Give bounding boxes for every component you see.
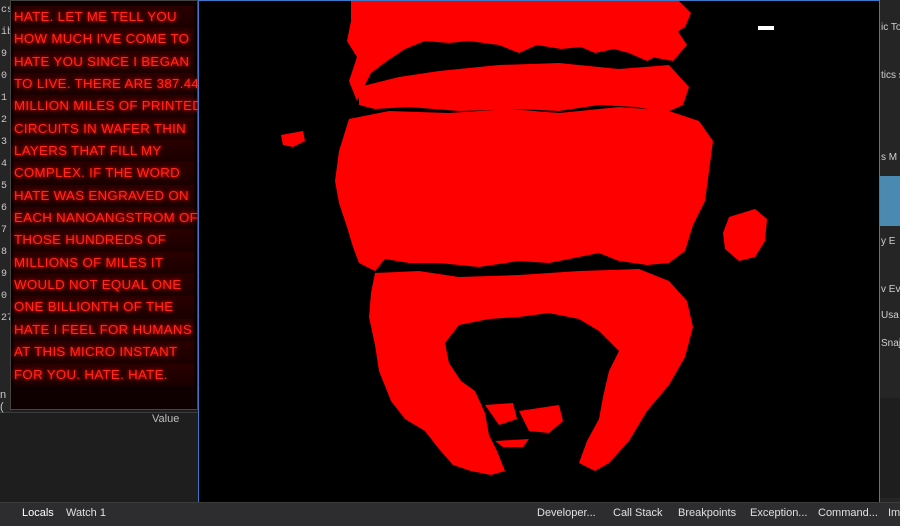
right-blob xyxy=(723,209,767,261)
mouth-bit-1 xyxy=(519,405,563,433)
hate-text-line: ONE BILLIONTH OF THE xyxy=(14,296,194,319)
hate-text-line: HATE YOU SINCE I BEGAN xyxy=(14,50,194,74)
face xyxy=(335,107,713,271)
hate-text-line: MILLION MILES OF PRINTED xyxy=(14,95,202,118)
tab-exception-settings[interactable]: Exception... xyxy=(750,507,807,519)
locals-panel: n ( Value xyxy=(0,389,198,503)
hate-text-line: COMPLEX. IF THE WORD xyxy=(14,162,194,185)
tab-developer[interactable]: Developer... xyxy=(537,507,596,519)
preview-thumbnail xyxy=(880,176,900,226)
jaw-ring xyxy=(369,269,693,475)
red-silhouette xyxy=(281,1,767,475)
tab-locals[interactable]: Locals xyxy=(22,507,54,519)
hate-text-line: CIRCUITS IN WAFER THIN xyxy=(14,117,194,141)
tab-breakpoints[interactable]: Breakpoints xyxy=(678,507,736,519)
ide-fragment: ic To xyxy=(881,22,900,33)
output-pane xyxy=(880,398,900,498)
render-window[interactable] xyxy=(198,0,880,512)
tab-watch-1[interactable]: Watch 1 xyxy=(66,507,106,519)
hate-text-line: THOSE HUNDREDS OF xyxy=(14,229,194,252)
ide-fragment: Usa xyxy=(881,310,899,321)
tab-command-window[interactable]: Command... xyxy=(818,507,878,519)
silhouette-shapes xyxy=(281,1,767,475)
hate-text-line: FOR YOU. HATE. HATE. xyxy=(14,363,194,386)
right-ide-panel: ic To tics s s M y E v Eve Usa Snaj xyxy=(880,0,900,525)
bottom-tab-bar: Locals Watch 1 Developer... Call Stack B… xyxy=(0,502,900,526)
hate-text-line: HATE WAS ENGRAVED ON xyxy=(14,184,194,208)
ide-fragment: tics s xyxy=(881,70,900,81)
hate-text-line: EACH NANOANGSTROM OF xyxy=(14,207,198,230)
ide-fragment: Snaj xyxy=(881,338,900,349)
hate-text-line: TO LIVE. THERE ARE 387.44 xyxy=(14,73,199,96)
left-fleck xyxy=(281,131,305,147)
ide-fragment[interactable]: y E xyxy=(881,236,895,247)
locals-row-fragment: n ( xyxy=(0,389,7,413)
hate-text-line: AT THIS MICRO INSTANT xyxy=(14,341,194,364)
hate-text-line: HATE I FEEL FOR HUMANS xyxy=(14,318,194,342)
tab-immediate[interactable]: Im xyxy=(888,507,900,519)
ide-fragment: s M xyxy=(881,152,898,163)
hate-text-line: WOULD NOT EQUAL ONE xyxy=(14,274,194,297)
tab-call-stack[interactable]: Call Stack xyxy=(613,507,663,519)
hate-text-line: MILLIONS OF MILES IT xyxy=(14,251,194,275)
hate-text-line: LAYERS THAT FILL MY xyxy=(14,140,194,163)
mouth-bit-2 xyxy=(485,403,517,425)
mouth-bit-3 xyxy=(495,439,529,447)
ide-fragment: v Eve xyxy=(881,284,900,295)
floating-window-strip xyxy=(758,26,774,30)
hate-text-window: HATE. LET ME TELL YOU HOW MUCH I'VE COME… xyxy=(10,0,202,410)
value-column-header[interactable]: Value xyxy=(152,413,179,425)
hate-text-line: HOW MUCH I'VE COME TO xyxy=(14,28,194,51)
head-band xyxy=(359,63,689,113)
hate-text-line: HATE. LET ME TELL YOU xyxy=(14,6,194,29)
